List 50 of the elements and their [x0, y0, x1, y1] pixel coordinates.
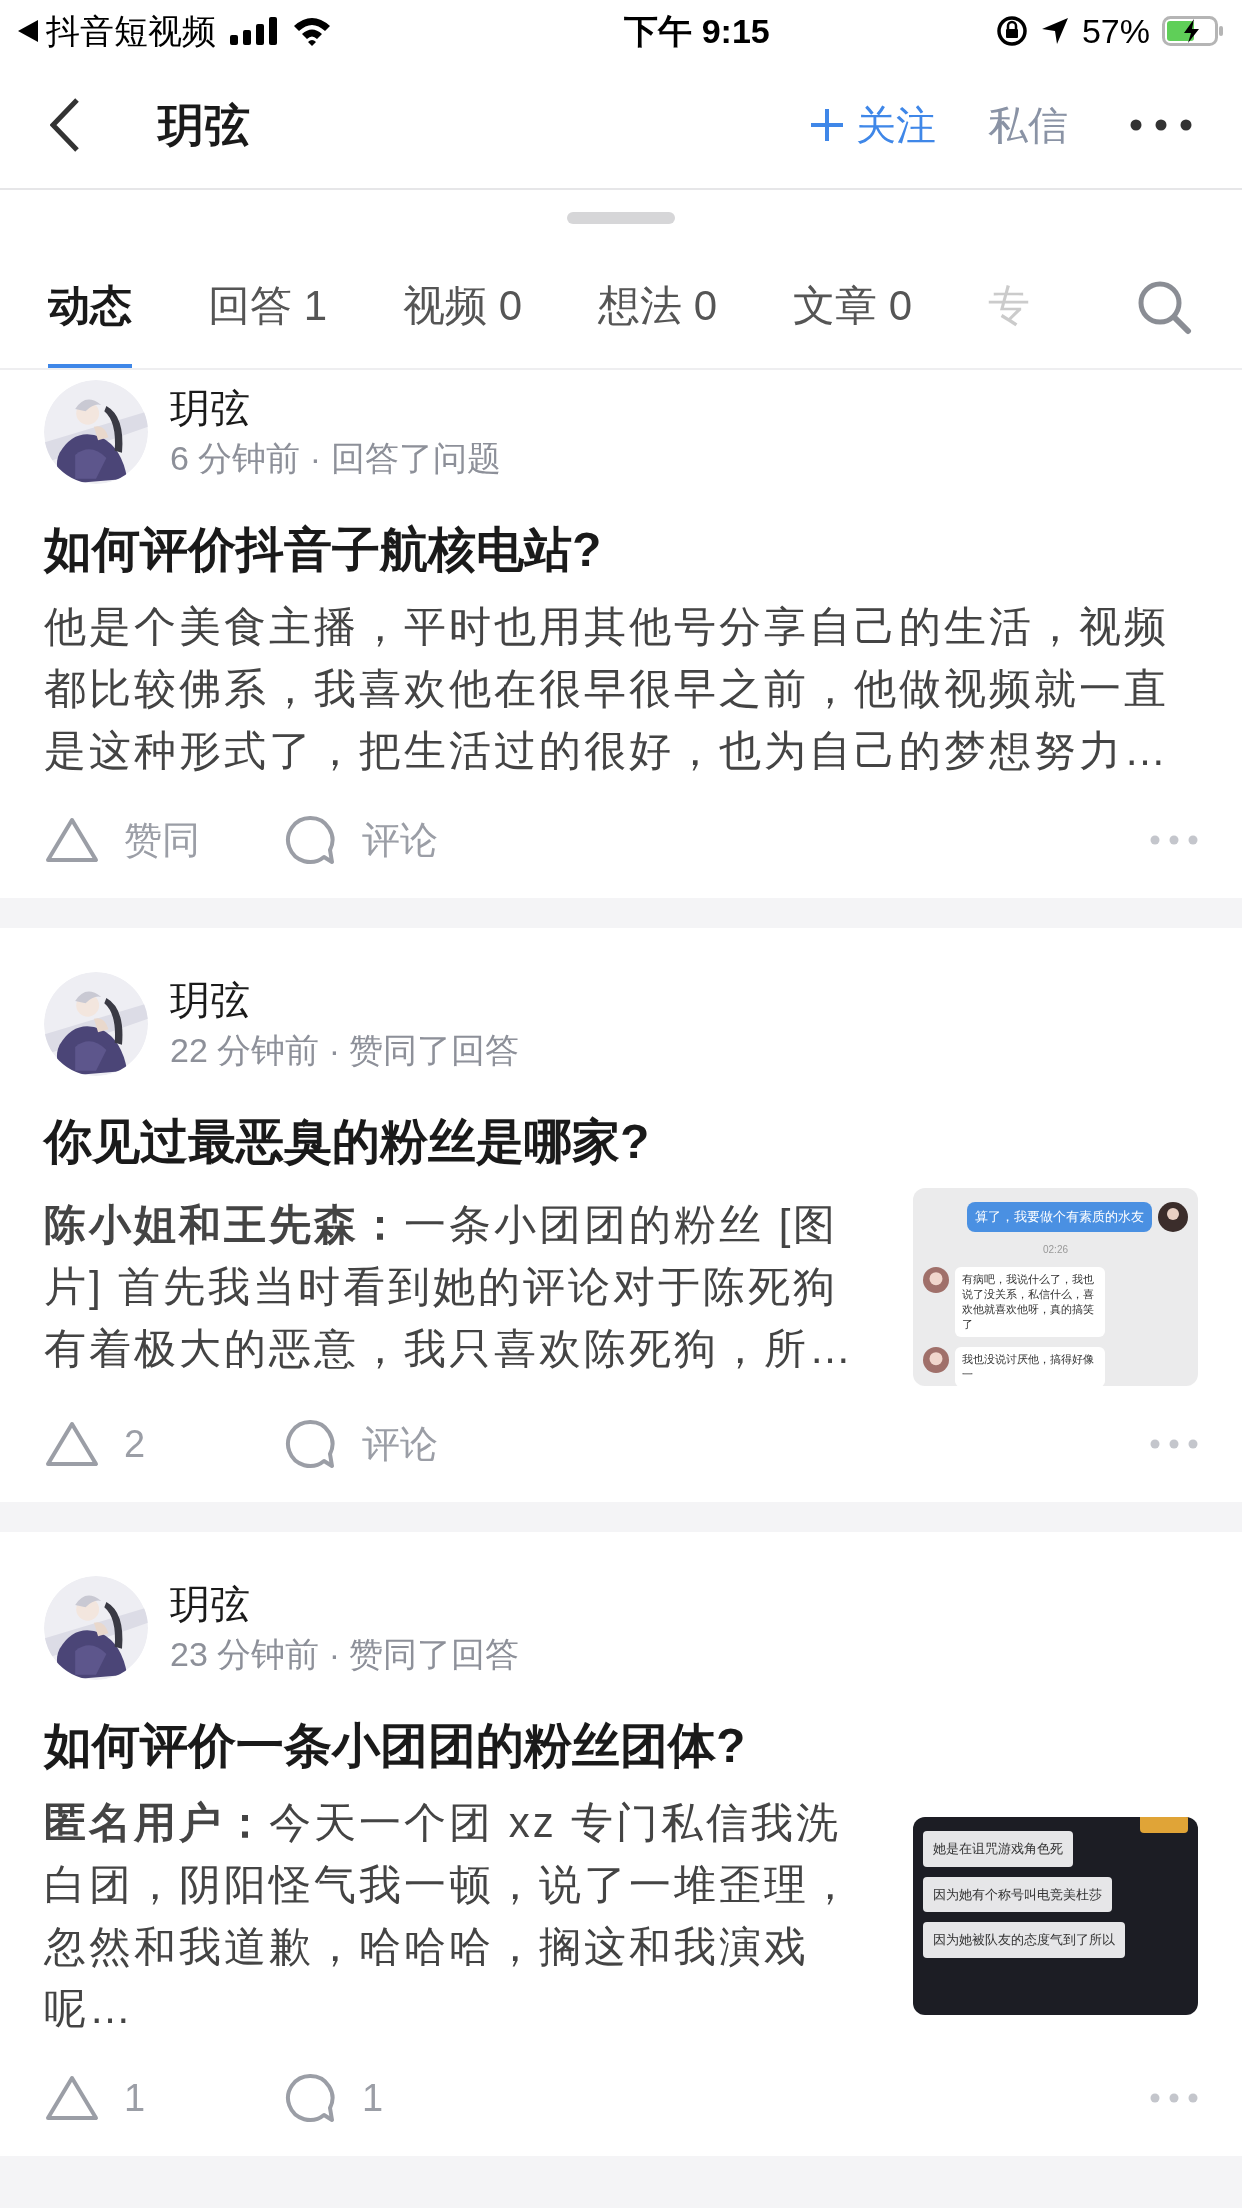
image-thumbnail[interactable]: 她是在诅咒游戏角色死 因为她有个称号叫电竞美杜莎 因为她被队友的态度气到了所以: [913, 1817, 1198, 2015]
profile-tab[interactable]: 想法 0: [598, 246, 718, 368]
chat-bubble: 我也没说讨厌他，搞得好像一: [955, 1347, 1105, 1386]
chat-bubble: 因为她被队友的态度气到了所以: [923, 1922, 1125, 1958]
rotation-lock-icon: [995, 15, 1028, 47]
avatar-icon: [923, 1267, 949, 1293]
avatar-icon: [1158, 1202, 1188, 1232]
profile-tab[interactable]: 文章 0: [793, 246, 913, 368]
image-thumbnail[interactable]: 算了，我要做个有素质的水友 02:26 有病吧，我说什么了，我也说了没关系，私信什么，喜欢他就喜欢他呀，真的搞笑了 我也没说讨厌他，搞得好像一: [913, 1188, 1198, 1386]
author-name[interactable]: 玥弦: [170, 1580, 520, 1628]
plus-icon: [810, 108, 844, 142]
back-triangle-icon[interactable]: [18, 20, 38, 42]
signal-icon: [230, 17, 278, 45]
activity-meta: 6 分钟前 · 回答了问题: [170, 438, 501, 479]
profile-tab[interactable]: 视频 0: [403, 246, 523, 368]
upvote-triangle-icon: [44, 1420, 100, 1468]
comment-bubble-icon: [284, 1418, 336, 1470]
question-title[interactable]: 如何评价一条小团团的粉丝团体?: [44, 1714, 1198, 1778]
chat-time: 02:26: [1043, 1243, 1068, 1257]
chat-bubble: 她是在诅咒游戏角色死: [923, 1831, 1073, 1867]
avatar-icon: [923, 1347, 949, 1373]
activity-meta: 23 分钟前 · 赞同了回答: [170, 1634, 520, 1675]
question-title[interactable]: 如何评价抖音子航核电站?: [44, 518, 1198, 582]
clock-time: 下午 9:15: [623, 10, 771, 52]
upvote-triangle-icon: [44, 2074, 100, 2122]
back-chevron-icon[interactable]: [50, 97, 80, 153]
upvote-triangle-icon: [44, 816, 100, 864]
charging-battery-icon: [1162, 16, 1224, 46]
tag-shape: [1140, 1817, 1188, 1833]
battery-percent: 57%: [1081, 10, 1150, 52]
answer-excerpt[interactable]: 他是个美食主播，平时也用其他号分享自己的生活，视频都比较佛系，我喜欢他在很早很早之前，他做视频就一直是这种形式了，把生活过的很好，也为自己的梦想努力…: [44, 596, 1198, 782]
profile-tab[interactable]: 回答 1: [208, 246, 328, 368]
answer-excerpt[interactable]: 匿名用户：今天一个团 xz 专门私信我洗白团，阴阳怪气我一顿，说了一堆歪理，忽然和我道歉，哈哈哈，搁这和我演戏呢…: [44, 1792, 875, 2040]
chat-bubble: 算了，我要做个有素质的水友: [967, 1202, 1152, 1232]
activity-meta: 22 分钟前 · 赞同了回答: [170, 1030, 520, 1071]
wifi-icon: [292, 16, 332, 46]
chat-bubble: 因为她有个称号叫电竞美杜莎: [923, 1876, 1112, 1912]
question-title[interactable]: 你见过最恶臭的粉丝是哪家?: [44, 1110, 1198, 1174]
comment-bubble-icon: [284, 2072, 336, 2124]
answer-excerpt[interactable]: 陈小姐和王先森：一条小团团的粉丝 [图片] 首先我当时看到她的评论对于陈死狗有着极大的恶意，我只喜欢陈死狗，所…: [44, 1194, 875, 1380]
page-title: 玥弦: [158, 97, 250, 153]
comment-bubble-icon: [284, 814, 336, 866]
author-name[interactable]: 玥弦: [170, 384, 501, 432]
more-options-icon[interactable]: [1130, 119, 1192, 131]
return-app-label[interactable]: 抖音短视频: [46, 5, 216, 57]
follow-button[interactable]: 关注: [810, 95, 936, 155]
chat-bubble: 有病吧，我说什么了，我也说了没关系，私信什么，喜欢他就喜欢他呀，真的搞笑了: [955, 1267, 1105, 1337]
author-name[interactable]: 玥弦: [170, 976, 520, 1024]
drag-handle[interactable]: [567, 212, 675, 224]
search-icon[interactable]: [1136, 279, 1192, 335]
